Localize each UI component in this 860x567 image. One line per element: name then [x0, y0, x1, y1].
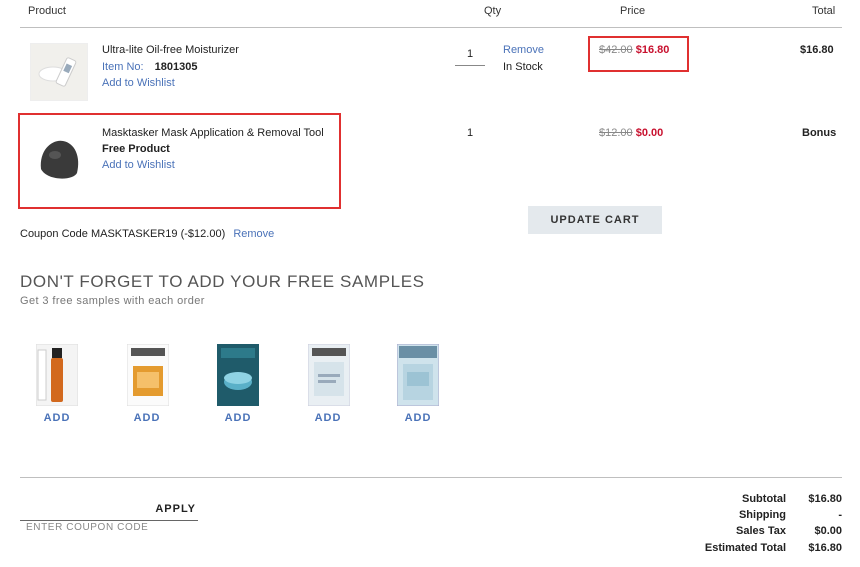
- subtotal-label: Subtotal: [742, 493, 786, 505]
- sales-tax-label: Sales Tax: [736, 525, 786, 537]
- price-cell: $42.00 $16.80: [599, 44, 669, 56]
- original-price: $12.00: [599, 127, 633, 139]
- coupon-code-input[interactable]: ENTER COUPON CODE: [26, 522, 148, 533]
- sale-price: $16.80: [635, 44, 670, 56]
- remove-coupon-link[interactable]: Remove: [233, 228, 274, 240]
- shipping-value: -: [838, 509, 842, 521]
- remove-item-link[interactable]: Remove: [503, 44, 544, 56]
- applied-coupon: Coupon Code MASKTASKER19 (-$12.00) Remov…: [20, 228, 274, 240]
- moisturizer-thumbnail[interactable]: [30, 43, 88, 101]
- subtotal-value: $16.80: [808, 493, 842, 505]
- update-cart-button[interactable]: UPDATE CART: [528, 206, 662, 234]
- coupon-entry: APPLY: [20, 500, 198, 521]
- quantity-field[interactable]: 1: [455, 43, 485, 66]
- add-sample-button[interactable]: ADD: [298, 412, 358, 424]
- header-product: Product: [28, 5, 66, 17]
- estimated-total-value: $16.80: [808, 542, 842, 554]
- add-to-wishlist-link[interactable]: Add to Wishlist: [102, 159, 175, 171]
- totals-divider: [20, 477, 842, 478]
- original-price: $42.00: [599, 44, 633, 56]
- free-product-label: Free Product: [102, 143, 170, 155]
- sample-image[interactable]: [217, 344, 259, 406]
- samples-subtitle: Get 3 free samples with each order: [20, 295, 205, 307]
- shipping-label: Shipping: [738, 509, 786, 521]
- item-no-value: 1801305: [154, 61, 198, 73]
- line-total: $16.80: [800, 44, 834, 56]
- add-to-wishlist-link[interactable]: Add to Wishlist: [102, 77, 175, 89]
- sale-price: $0.00: [635, 127, 664, 139]
- price-cell: $12.00 $0.00: [599, 127, 663, 139]
- sales-tax-value: $0.00: [814, 525, 842, 537]
- product-name[interactable]: Ultra-lite Oil-free Moisturizer: [102, 44, 239, 56]
- item-no-label: Item No:: [102, 61, 144, 73]
- sample-image[interactable]: [35, 343, 79, 407]
- product-name[interactable]: Masktasker Mask Application & Removal To…: [102, 127, 324, 139]
- apply-coupon-button[interactable]: APPLY: [155, 503, 196, 515]
- header-divider: [20, 27, 842, 28]
- samples-title: DON'T FORGET TO ADD YOUR FREE SAMPLES: [20, 272, 425, 291]
- header-qty: Qty: [484, 5, 502, 17]
- quantity-value: 1: [467, 127, 474, 139]
- masktasker-thumbnail[interactable]: [30, 128, 88, 186]
- add-sample-button[interactable]: ADD: [117, 412, 177, 424]
- sample-image[interactable]: [396, 343, 440, 407]
- estimated-total-label: Estimated Total: [704, 542, 786, 554]
- item-number-row: Item No: 1801305: [102, 61, 197, 73]
- line-total: Bonus: [802, 127, 837, 139]
- header-total: Total: [812, 5, 836, 17]
- add-sample-button[interactable]: ADD: [27, 412, 87, 424]
- sample-image[interactable]: [307, 343, 351, 407]
- sample-image[interactable]: [126, 343, 170, 407]
- stock-status: In Stock: [503, 61, 543, 73]
- header-price: Price: [620, 5, 646, 17]
- add-sample-button[interactable]: ADD: [208, 412, 268, 424]
- add-sample-button[interactable]: ADD: [388, 412, 448, 424]
- coupon-text: Coupon Code MASKTASKER19 (-$12.00): [20, 228, 226, 240]
